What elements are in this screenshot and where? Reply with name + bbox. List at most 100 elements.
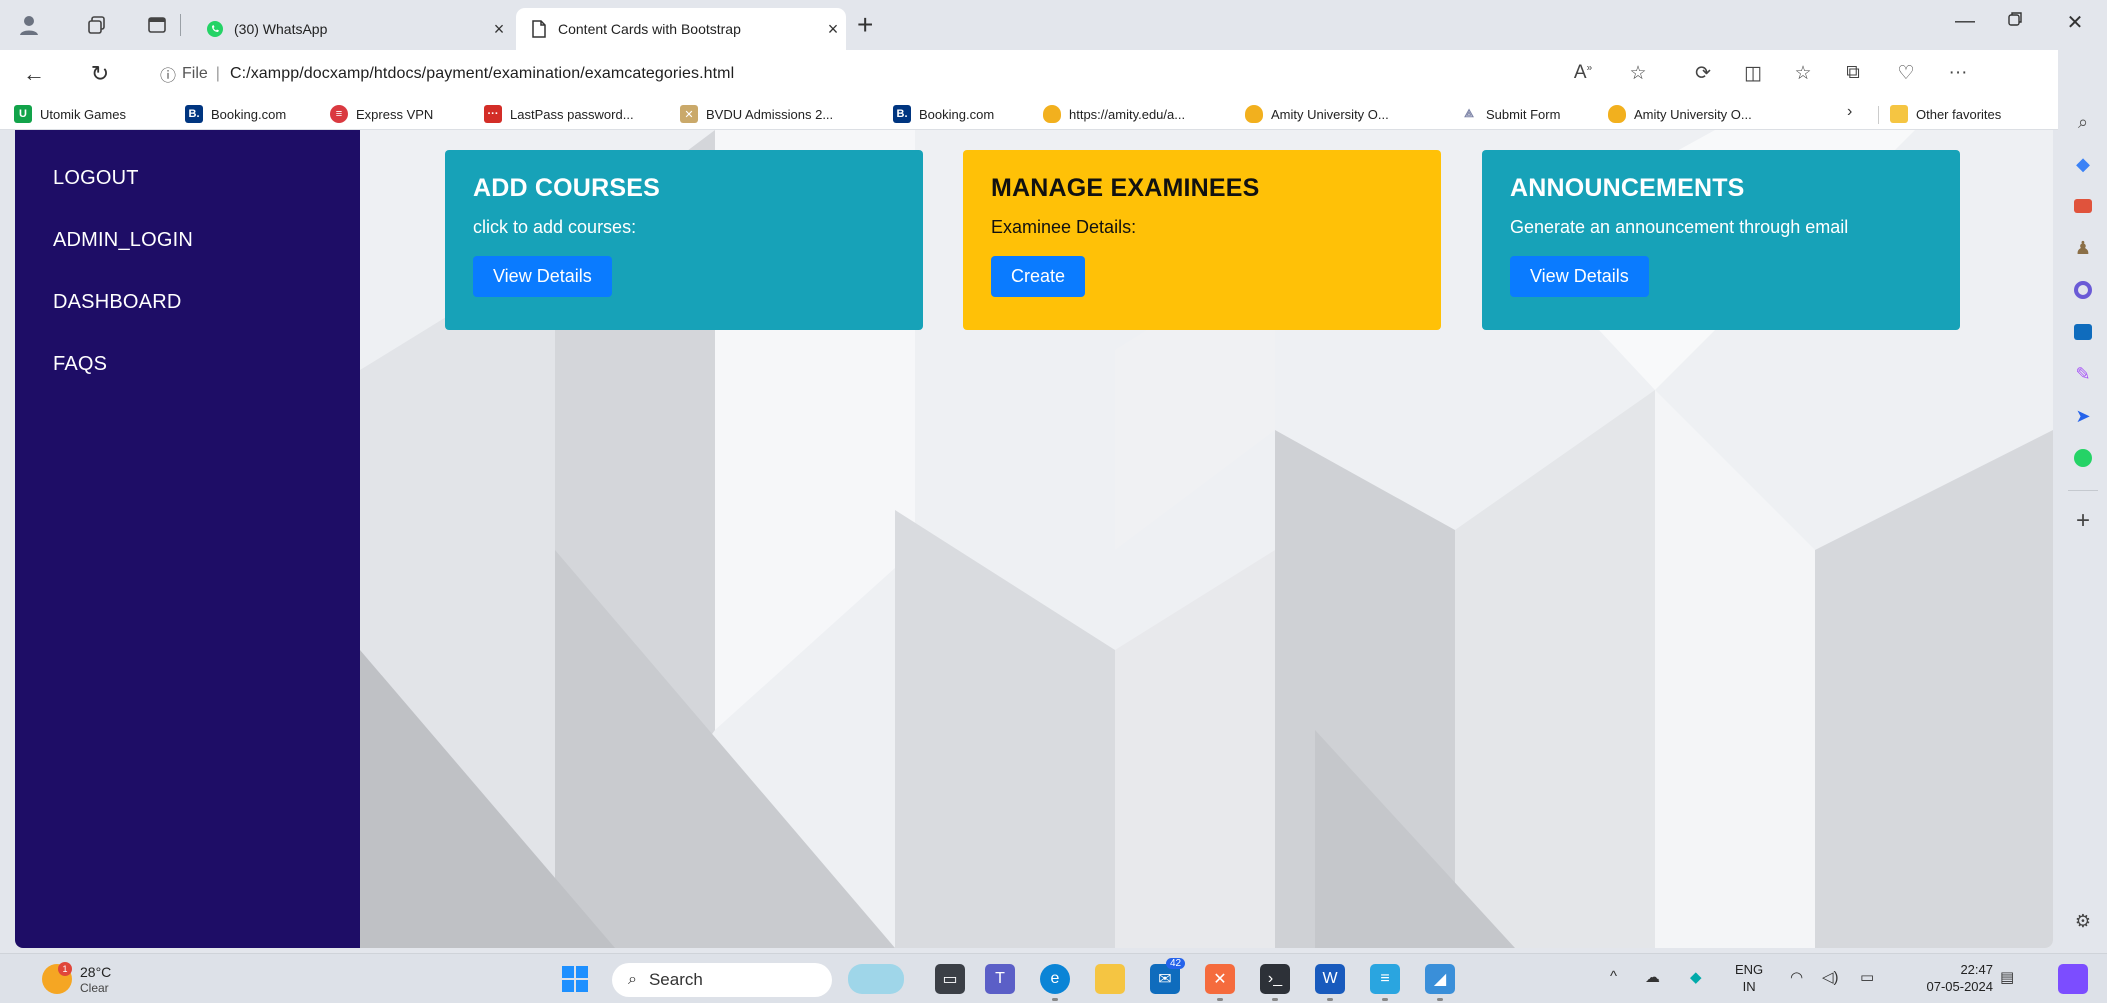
tab-whatsapp[interactable]: (30) WhatsApp × xyxy=(192,8,512,50)
photos-icon[interactable]: ◢ xyxy=(1425,964,1455,994)
restore-icon[interactable] xyxy=(2000,10,2030,33)
favorite-label: Express VPN xyxy=(356,106,434,122)
volume-icon[interactable]: ◁) xyxy=(1822,968,1839,986)
favorite-star-icon[interactable]: ☆ xyxy=(1625,62,1651,86)
view-details-button[interactable]: View Details xyxy=(1510,256,1649,297)
tab-content-cards[interactable]: Content Cards with Bootstrap × xyxy=(516,8,846,50)
edge-browser-icon[interactable]: e xyxy=(1040,964,1070,994)
browser-essentials-icon[interactable]: ♡ xyxy=(1893,62,1919,86)
read-aloud-icon[interactable]: A» xyxy=(1570,62,1596,86)
word-icon[interactable]: W xyxy=(1315,964,1345,994)
favorite-label: Other favorites xyxy=(1916,106,2002,122)
more-options-icon[interactable]: ··· xyxy=(1945,62,1971,86)
security-icon[interactable]: ◆ xyxy=(1690,968,1702,986)
favorites-separator xyxy=(1878,106,1879,124)
address-bar[interactable]: ⓘ File | C:/xampp/docxamp/htdocs/payment… xyxy=(160,59,734,89)
favorite-amity-university-2[interactable]: Amity University O... xyxy=(1608,103,1752,125)
battery-icon[interactable]: ▭ xyxy=(1860,968,1874,986)
form-icon: ⟁ xyxy=(1464,107,1474,120)
card-text: Examinee Details: xyxy=(991,217,1137,237)
close-tab-icon[interactable]: × xyxy=(820,19,846,40)
onedrive-icon[interactable]: ☁ xyxy=(1645,968,1660,986)
card-text: Generate an announcement through email xyxy=(1510,217,1849,237)
tab-actions-icon[interactable] xyxy=(144,12,170,38)
amity-icon xyxy=(1245,105,1263,123)
games-icon[interactable]: ♟ xyxy=(2070,235,2096,261)
mail-badge: 42 xyxy=(1166,958,1186,969)
start-icon[interactable] xyxy=(560,964,590,994)
url-scheme-label: File xyxy=(182,65,208,82)
telegram-icon[interactable]: ➤ xyxy=(2070,403,2096,429)
designer-icon[interactable]: ✎ xyxy=(2070,361,2096,387)
profile-icon[interactable] xyxy=(16,12,42,38)
file-explorer-icon[interactable] xyxy=(1095,964,1125,994)
back-icon[interactable]: ← xyxy=(18,58,50,90)
search-icon[interactable]: ⌕ xyxy=(2070,109,2096,135)
view-details-button[interactable]: View Details xyxy=(473,256,612,297)
sidebar-link-admin-login[interactable]: ADMIN_LOGIN xyxy=(15,228,360,290)
admin-sidebar: LOGOUT ADMIN_LOGIN DASHBOARD FAQS xyxy=(15,130,360,948)
terminal-icon[interactable]: ›_ xyxy=(1260,964,1290,994)
browser-tab-bar: (30) WhatsApp × Content Cards with Boots… xyxy=(0,0,2107,50)
refresh-icon[interactable]: ↻ xyxy=(84,58,116,90)
microsoft365-icon[interactable] xyxy=(2070,277,2096,303)
new-tab-icon[interactable]: + xyxy=(857,9,873,41)
card-title: ANNOUNCEMENTS xyxy=(1510,174,1745,202)
sidebar-link-faqs[interactable]: FAQS xyxy=(15,352,360,414)
favorite-booking-2[interactable]: B. Booking.com xyxy=(893,103,994,125)
copilot-taskbar-icon[interactable] xyxy=(2058,964,2088,994)
collections-icon[interactable]: ⧉ xyxy=(1840,62,1866,86)
create-button[interactable]: Create xyxy=(991,256,1086,297)
tab-separator xyxy=(180,14,181,36)
split-screen-icon[interactable]: ◫ xyxy=(1740,62,1766,86)
favorite-booking[interactable]: B. Booking.com xyxy=(185,103,286,125)
favorite-submit-form[interactable]: ⟁ Submit Form xyxy=(1460,103,1560,125)
favorite-label: LastPass password... xyxy=(510,106,634,122)
info-icon[interactable]: ⓘ xyxy=(160,62,176,86)
expressvpn-icon: ≡ xyxy=(330,105,348,123)
tab-label: Content Cards with Bootstrap xyxy=(558,21,741,37)
favorite-label: Submit Form xyxy=(1486,106,1561,122)
notifications-icon[interactable]: ▤ xyxy=(2000,968,2014,986)
favorite-bvdu[interactable]: ✕ BVDU Admissions 2... xyxy=(680,103,833,125)
extensions-icon[interactable]: ⟳ xyxy=(1690,62,1716,86)
whatsapp-icon[interactable] xyxy=(2070,445,2096,471)
add-icon[interactable]: + xyxy=(2070,507,2096,534)
chevron-right-icon[interactable]: › xyxy=(1847,103,1852,121)
wifi-icon[interactable]: ◠ xyxy=(1790,968,1803,986)
xampp-icon[interactable]: ✕ xyxy=(1205,964,1235,994)
edge-sidebar-divider xyxy=(2068,490,2098,491)
favorite-amity-university[interactable]: Amity University O... xyxy=(1245,103,1389,125)
sidebar-link-logout[interactable]: LOGOUT xyxy=(15,166,360,228)
workspaces-icon[interactable] xyxy=(84,12,110,38)
url-text[interactable]: C:/xampp/docxamp/htdocs/payment/examinat… xyxy=(230,65,734,83)
weather-widget[interactable]: 1 28°C Clear xyxy=(42,962,132,998)
close-window-icon[interactable]: ✕ xyxy=(2060,10,2090,35)
language-indicator[interactable]: ENG IN xyxy=(1735,961,1763,995)
favorite-utomik-games[interactable]: U Utomik Games xyxy=(14,103,126,125)
bvdu-icon: ✕ xyxy=(680,105,698,123)
outlook-icon[interactable] xyxy=(2070,319,2096,345)
minimize-icon[interactable]: — xyxy=(1950,10,1980,33)
sidebar-link-dashboard[interactable]: DASHBOARD xyxy=(15,290,360,352)
other-favorites-folder[interactable]: Other favorites xyxy=(1890,103,2001,125)
folder-icon xyxy=(1890,105,1908,123)
shopping-tag-icon[interactable]: ◆ xyxy=(2070,151,2096,177)
booking-icon: B. xyxy=(185,105,203,123)
chevron-up-icon[interactable]: ^ xyxy=(1610,968,1617,985)
search-label: Search xyxy=(648,970,703,989)
widgets-icon[interactable] xyxy=(848,964,904,994)
favorite-express-vpn[interactable]: ≡ Express VPN xyxy=(330,103,433,125)
system-clock[interactable]: 22:47 07-05-2024 xyxy=(1905,961,1994,995)
tools-briefcase-icon[interactable] xyxy=(2070,193,2096,219)
gear-icon[interactable]: ⚙ xyxy=(2070,908,2096,934)
favorites-list-icon[interactable]: ☆ xyxy=(1790,62,1816,86)
favorite-lastpass[interactable]: ··· LastPass password... xyxy=(484,103,634,125)
close-tab-icon[interactable]: × xyxy=(486,19,512,40)
tab-label: (30) WhatsApp xyxy=(234,21,328,37)
favorite-amity-link[interactable]: https://amity.edu/a... xyxy=(1043,103,1185,125)
task-view-icon[interactable]: ▭ xyxy=(935,964,965,994)
taskbar-search[interactable]: ⌕ Search xyxy=(612,963,832,997)
notepad-icon[interactable]: ≡ xyxy=(1370,964,1400,994)
teams-icon[interactable]: T xyxy=(985,964,1015,994)
